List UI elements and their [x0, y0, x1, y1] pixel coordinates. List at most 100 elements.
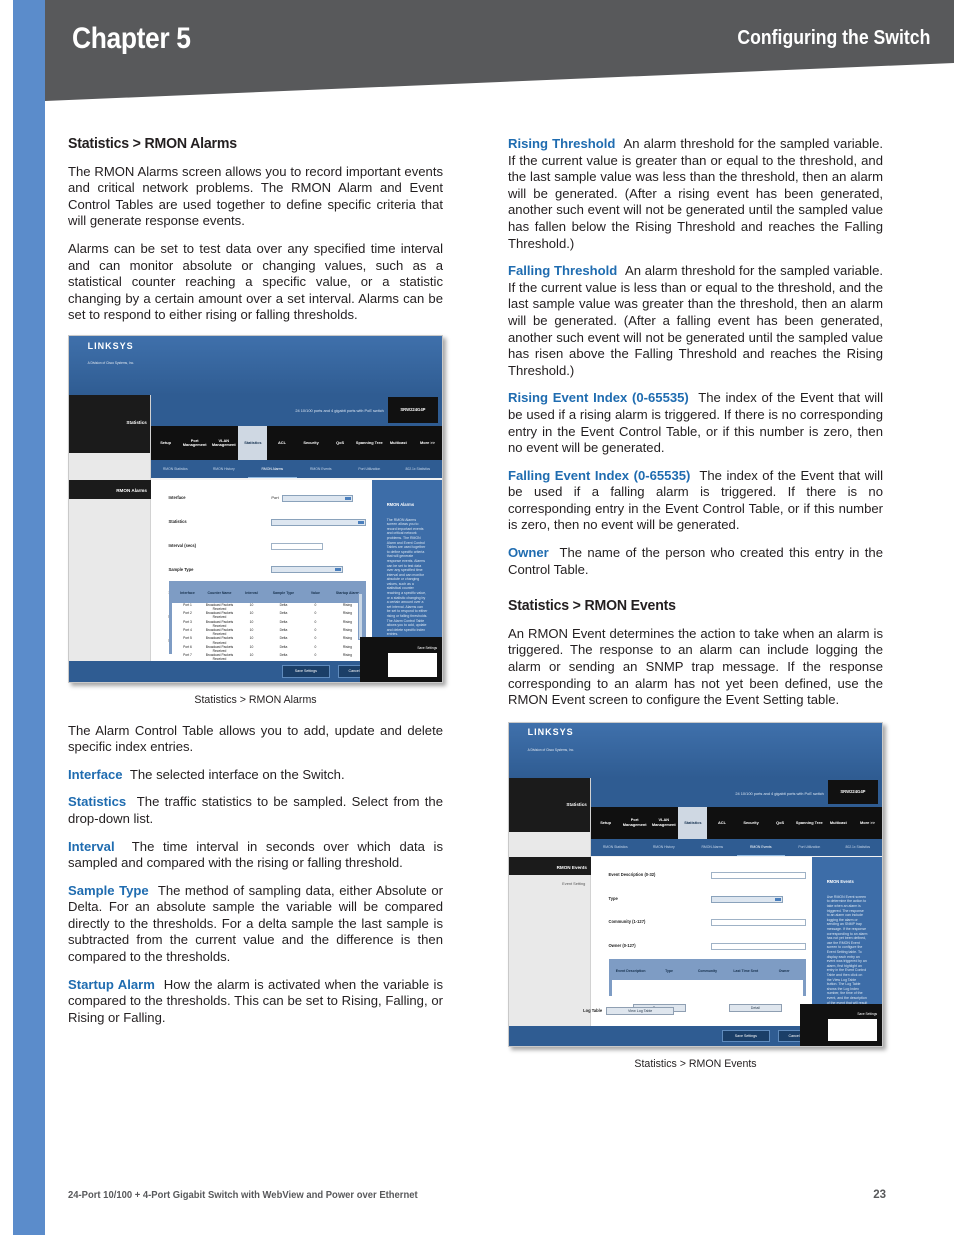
ui-nav-tab-security[interactable]: Security: [297, 426, 326, 461]
ui-table-header: Event Description Type Community Last Time …: [612, 962, 804, 981]
ui-form-row: Type None: [609, 891, 807, 908]
ui-select-interface[interactable]: g1: [281, 495, 353, 503]
ui-page-title-block: RMON Events: [509, 856, 592, 875]
definition-item: Rising Event Index (0-65535) The index o…: [508, 390, 883, 456]
definition-term: Falling Threshold: [508, 263, 618, 279]
page-title: Statistics > RMON Alarms: [68, 135, 237, 152]
ui-nav-tab-acl[interactable]: ACL: [267, 426, 296, 461]
ui-nav-tab-statistics[interactable]: Statistics: [678, 806, 708, 840]
definition-text: An alarm threshold for the sampled varia…: [508, 136, 883, 251]
ui-table-scrollbar[interactable]: [358, 593, 364, 640]
ui-nav-tab-security[interactable]: Security: [737, 807, 766, 839]
ui-nav-tab-spanning-tree[interactable]: Spanning Tree: [355, 426, 384, 461]
chapter-title: Chapter 5: [72, 22, 191, 55]
ui-nav-tab-acl[interactable]: ACL: [707, 807, 736, 839]
table-cell: Delta: [279, 619, 288, 624]
ui-help-title: RMON Alarms: [386, 501, 415, 507]
linksys-logo-subtitle: A Division of Cisco Systems, Inc.: [527, 748, 575, 753]
ui-input-owner-0-127-[interactable]: [711, 942, 807, 950]
ui-nav-tab-statistics[interactable]: Statistics: [238, 425, 268, 461]
ui-nav-tab-more-[interactable]: More >>: [853, 807, 882, 839]
ui-table-header-cell: Community: [697, 968, 718, 973]
ui-form-label: Interval (secs): [168, 542, 197, 548]
ui-sub-tab-rmon-events[interactable]: RMON Events: [297, 460, 346, 478]
table-row: Port 6 Broadcast Packets Received 10 Delta 0…: [172, 645, 364, 653]
ui-view-log-table-button[interactable]: View Log Table: [606, 1007, 675, 1016]
ui-page-title-label: RMON Events: [556, 865, 587, 871]
page-header: Chapter 5 Configuring the Switch: [45, 0, 954, 118]
ui-nav-tab-qos[interactable]: QoS: [326, 426, 355, 461]
ui-help-pane: RMON Alarms The RMON Alarms screen allows…: [372, 479, 442, 662]
ui-sub-tab-rmon-events[interactable]: RMON Events: [736, 839, 786, 856]
rmon-events-paragraph: An RMON Event determines the action to t…: [508, 625, 883, 708]
intro-paragraph-1: The RMON Alarms screen allows you to rec…: [68, 163, 443, 229]
ui-sub-tab-rmon-history[interactable]: RMON History: [640, 839, 689, 856]
left-definition-list: Interface The selected interface on the …: [68, 767, 443, 1027]
table-cell: 10: [249, 619, 254, 624]
ui-nav-tab-setup[interactable]: Setup: [591, 807, 620, 839]
ui-sub-tab-rmon-alarms[interactable]: RMON Alarms: [688, 839, 737, 856]
ui-nav-tab-vlan-management[interactable]: VLAN Management: [649, 807, 678, 839]
definition-term: Interface: [68, 766, 123, 782]
ui-input-event-description-0-32-[interactable]: [711, 871, 807, 879]
ui-select-sample-type[interactable]: Absolute: [271, 566, 343, 574]
ui-nav-tab-spanning-tree[interactable]: Spanning Tree: [795, 807, 824, 839]
table-cell: Delta: [279, 628, 288, 633]
ui-sub-tab-port-utilization[interactable]: Port Utilization: [785, 839, 834, 856]
definition-item: Interface The selected interface on the …: [68, 767, 443, 784]
ui-input-community-1-127-[interactable]: [711, 919, 807, 927]
ui-nav-tab-more-[interactable]: More >>: [413, 426, 442, 461]
ui-nav-tab-vlan-management[interactable]: VLAN Management: [209, 426, 238, 461]
ui-sub-tab-rmon-statistics[interactable]: RMON Statistics: [151, 460, 200, 478]
alarm-control-table-paragraph: The Alarm Control Table allows you to ad…: [68, 722, 443, 755]
ui-nav-tabs: Setup Port Management VLAN Management Stati…: [591, 806, 882, 840]
ui-nav-tab-setup[interactable]: Setup: [151, 426, 180, 461]
ui-footer-button-save-settings[interactable]: Save Settings: [281, 664, 331, 679]
ui-form-prefix: Port: [271, 495, 279, 501]
ui-form-label: Owner (0-127): [608, 943, 636, 949]
definition-item: Interval The time interval in seconds ov…: [68, 839, 443, 872]
ui-page-title-label: RMON Alarms: [116, 487, 147, 493]
ui-sub-tab-802-1x-statistics[interactable]: 802.1x Statistics: [394, 460, 442, 478]
ui-select-statistics[interactable]: Drop Events: [271, 518, 367, 526]
ui-brand-band: LINKSYS A Division of Cisco Systems, Inc.: [509, 722, 882, 778]
ui-sub-tab-802-1x-statistics[interactable]: 802.1x Statistics: [834, 839, 882, 856]
ui-footer-button-save-settings[interactable]: Save Settings: [721, 1029, 771, 1043]
ui-model-bar: 24 10/100 ports and 4 gigabit ports with…: [151, 394, 442, 426]
ui-sidebar-subitem[interactable]: Event Setting: [509, 876, 591, 889]
definition-item: Falling Event Index (0-65535) The index …: [508, 468, 883, 534]
ui-form-row: Interface Portg1: [169, 490, 367, 507]
figure-rmon-alarms: LINKSYS A Division of Cisco Systems, Inc.…: [68, 334, 443, 709]
table-cell: 10: [249, 636, 254, 641]
screenshot-rmon-events: LINKSYS A Division of Cisco Systems, Inc.…: [508, 721, 883, 1047]
ui-sub-tab-rmon-alarms[interactable]: RMON Alarms: [248, 460, 297, 479]
ui-help-title: RMON Events: [826, 879, 854, 885]
ui-help-pane: RMON Events Use RMON Event screen to dete…: [812, 856, 882, 1027]
ui-nav-tab-qos[interactable]: QoS: [766, 807, 795, 839]
ui-nav-tab-multicast[interactable]: Multicast: [824, 807, 853, 839]
ui-sub-tab-rmon-statistics[interactable]: RMON Statistics: [591, 839, 640, 856]
ui-select-type[interactable]: None: [711, 895, 783, 903]
switch-web-ui: LINKSYS A Division of Cisco Systems, Inc.…: [69, 335, 442, 682]
definition-text: An alarm threshold for the sampled varia…: [508, 263, 883, 378]
definition-item: Rising Threshold An alarm threshold for …: [508, 136, 883, 252]
ui-sub-tab-port-utilization[interactable]: Port Utilization: [345, 460, 394, 478]
definition-term: Statistics: [68, 794, 127, 810]
ui-sub-tab-rmon-history[interactable]: RMON History: [200, 460, 249, 478]
linksys-logo: LINKSYS A Division of Cisco Systems, Inc.: [88, 338, 134, 372]
definition-item: Owner The name of the person who created…: [508, 545, 883, 578]
intro-paragraph-2: Alarms can be set to test data over any …: [68, 240, 443, 323]
ui-model-bar: 24 10/100 ports and 4 gigabit ports with…: [591, 777, 882, 807]
ui-input-interval-secs-[interactable]: 0: [271, 542, 323, 550]
table-cell: Rising: [342, 644, 352, 649]
ui-nav-tab-port-management[interactable]: Port Management: [620, 807, 649, 839]
ui-nav-tab-port-management[interactable]: Port Management: [180, 426, 209, 461]
table-cell: 0: [314, 644, 317, 649]
ui-content-area: RMON Events Use RMON Event screen to dete…: [583, 856, 882, 1027]
ui-form-label: Event Description (0-32): [608, 872, 656, 878]
ui-nav-tab-multicast[interactable]: Multicast: [384, 426, 413, 461]
ui-page-title-block: RMON Alarms: [69, 479, 152, 499]
table-row: Port 5 Broadcast Packets Received 10 Delta 0…: [172, 636, 364, 644]
table-row: Port 3 Broadcast Packets Received 10 Delta 0…: [172, 620, 364, 628]
figure-caption: Statistics > RMON Alarms: [194, 693, 317, 706]
